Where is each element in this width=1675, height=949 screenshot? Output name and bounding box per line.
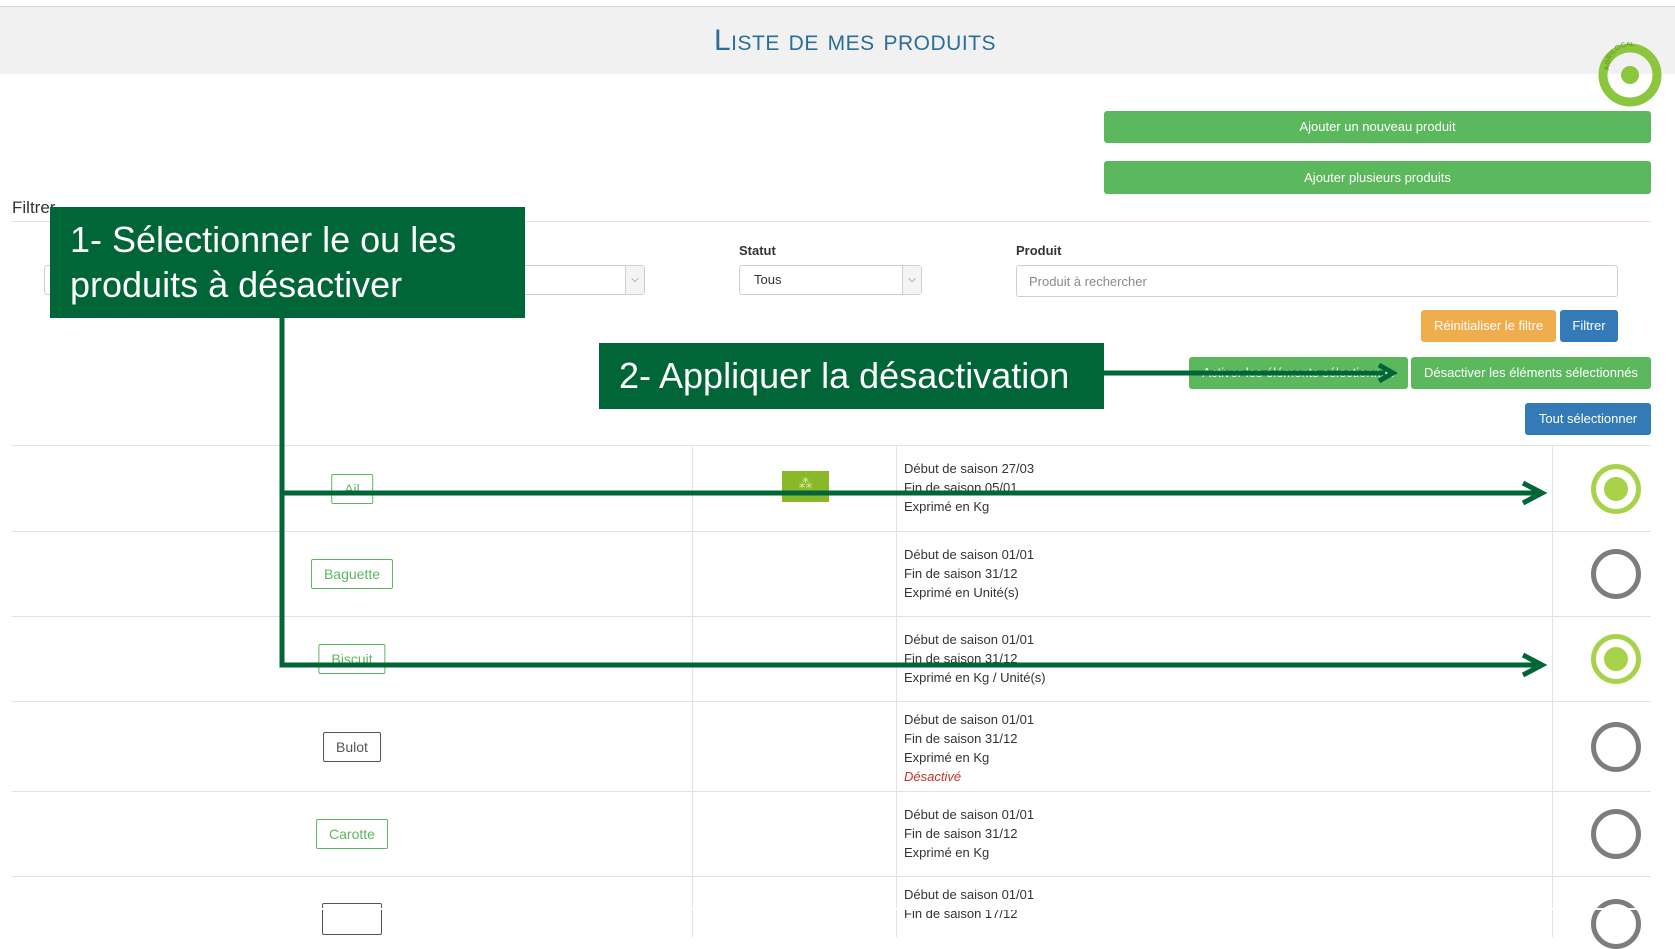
product-name[interactable]: Baguette — [310, 559, 394, 589]
product-search-input[interactable] — [1016, 265, 1618, 297]
product-name[interactable]: Bulot — [323, 731, 381, 762]
product-name[interactable]: Biscuit — [318, 644, 386, 674]
product-info: Début de saison 01/01 Fin de saison 31/12… — [904, 632, 1046, 685]
product-info: Début de saison 01/01 Fin de saison 17/12 — [904, 887, 1035, 921]
select-radio[interactable] — [1591, 899, 1641, 949]
products-table: Ail Début de saison 27/03Fin de saison 0… — [12, 445, 1651, 949]
deactivated-status: Désactivé — [904, 769, 962, 784]
table-row: Début de saison 01/01 Fin de saison 17/12 — [12, 877, 1651, 949]
table-row: Biscuit Début de saison 01/01 Fin de sais… — [12, 617, 1651, 702]
agrilocal-logo: AGRILOCAL — [1598, 42, 1662, 107]
step2-callout: 2- Appliquer la désactivation — [599, 343, 1104, 409]
select-radio[interactable] — [1591, 809, 1641, 859]
select-radio[interactable] — [1591, 722, 1641, 772]
produit-label: Produit — [1016, 243, 1062, 258]
filter-button[interactable]: Filtrer — [1560, 310, 1618, 342]
product-info: Début de saison 27/03 Fin de saison 05/01… — [904, 461, 1035, 514]
logo-text: AGRILOCAL — [1604, 42, 1635, 70]
deactivate-selected-button[interactable]: Désactiver les éléments sélectionnés — [1411, 357, 1651, 389]
statut-value: Tous — [754, 272, 782, 287]
product-info: Début de saison 01/01 Fin de saison 31/12… — [904, 712, 1035, 784]
product-name[interactable]: Ail — [331, 473, 373, 504]
add-product-button[interactable]: Ajouter un nouveau produit — [1104, 111, 1651, 143]
product-name[interactable]: Carotte — [316, 819, 388, 849]
product-info: Début de saison 01/01 Fin de saison 31/12… — [904, 807, 1035, 860]
svg-text:AGRILOCAL: AGRILOCAL — [1604, 42, 1635, 70]
chevron-down-icon: ⌵ — [902, 266, 921, 294]
statut-label: Statut — [739, 243, 776, 258]
reset-filter-button[interactable]: Réinitialiser le filtre — [1421, 310, 1556, 342]
table-row: Baguette Début de saison 01/01 Fin de sai… — [12, 532, 1651, 617]
activate-selected-button[interactable]: Activer les éléments sélectionnés — [1189, 357, 1408, 389]
page-title: Liste de mes produits — [713, 24, 997, 57]
select-radio[interactable] — [1591, 549, 1641, 599]
product-info: Début de saison 01/01 Fin de saison 31/12… — [904, 547, 1035, 600]
filter-title: Filtrer — [12, 198, 56, 217]
step1-callout: 1- Sélectionner le ou les produits à dés… — [50, 207, 525, 318]
bio-label-icon — [782, 471, 829, 502]
table-row: Bulot Début de saison 01/01 Fin de saison… — [12, 702, 1651, 792]
statut-select[interactable]: Tous ⌵ — [739, 265, 922, 295]
add-multiple-products-button[interactable]: Ajouter plusieurs produits — [1104, 161, 1651, 194]
table-row: Carotte Début de saison 01/01 Fin de sais… — [12, 792, 1651, 877]
select-radio[interactable] — [1591, 464, 1641, 514]
table-row: Ail Début de saison 27/03Fin de saison 0… — [12, 446, 1651, 532]
select-radio[interactable] — [1591, 634, 1641, 684]
select-all-button[interactable]: Tout sélectionner — [1525, 403, 1651, 435]
chevron-down-icon: ⌵ — [625, 266, 644, 294]
